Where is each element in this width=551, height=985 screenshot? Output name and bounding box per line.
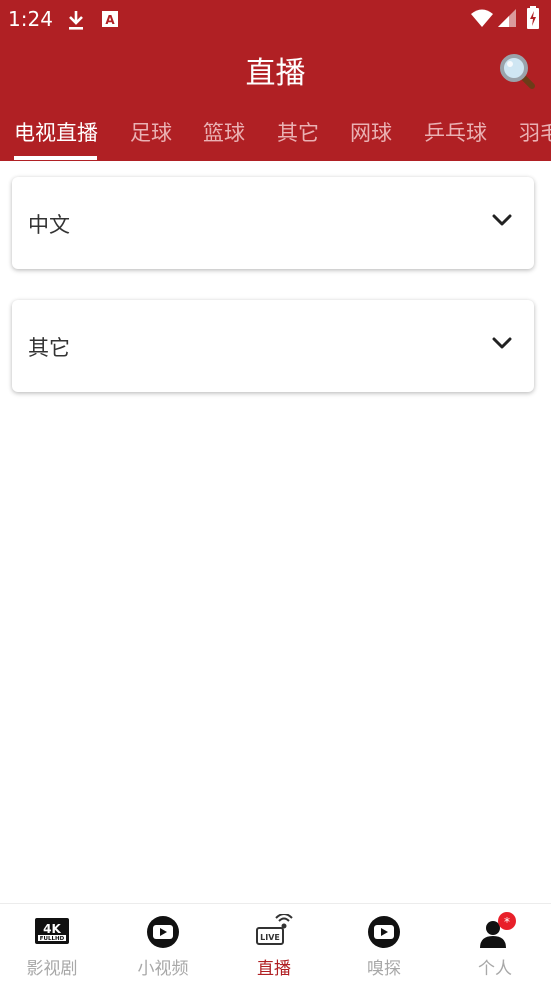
nav-item-profile[interactable]: * 个人 <box>440 904 550 985</box>
svg-text:4K: 4K <box>43 922 61 936</box>
status-bar: 1:24 A <box>0 0 551 38</box>
tab-tv-live[interactable]: 电视直播 <box>14 117 98 147</box>
nav-label: 嗅探 <box>367 959 401 979</box>
battery-charging-icon <box>526 6 540 34</box>
live-broadcast-icon: LIVE <box>256 914 293 945</box>
svg-text:FULLHD: FULLHD <box>40 936 65 942</box>
tab-other[interactable]: 其它 <box>277 117 319 147</box>
nav-label: 小视频 <box>137 959 189 979</box>
notification-badge: * <box>498 912 516 930</box>
tab-tennis[interactable]: 网球 <box>350 117 392 147</box>
tab-badminton[interactable]: 羽毛 <box>519 117 551 147</box>
nav-label: 直播 <box>257 959 291 979</box>
play-circle-icon <box>147 916 179 948</box>
nav-item-live[interactable]: LIVE 直播 <box>219 904 329 985</box>
tab-basketball[interactable]: 篮球 <box>203 117 245 147</box>
download-icon <box>66 9 86 35</box>
nav-item-movies[interactable]: 4K FULLHD 影视剧 <box>0 904 107 985</box>
tab-table-tennis[interactable]: 乒乓球 <box>424 117 487 147</box>
section-other[interactable]: 其它 <box>12 300 534 392</box>
section-label: 中文 <box>28 213 70 237</box>
top-app-bar: 1:24 A 直播 电视直播 足球 篮球 其它 网球 乒乓球 羽毛 <box>0 0 551 161</box>
section-chinese[interactable]: 中文 <box>12 177 534 269</box>
category-tabs: 电视直播 足球 篮球 其它 网球 乒乓球 羽毛 <box>0 112 551 161</box>
search-icon <box>500 54 535 89</box>
nav-item-sniff[interactable]: 嗅探 <box>329 904 439 985</box>
search-button[interactable] <box>498 52 538 92</box>
chevron-down-icon <box>492 214 512 226</box>
signal-icon <box>497 8 517 32</box>
page-title: 直播 <box>245 56 306 91</box>
nav-label: 个人 <box>478 959 512 979</box>
nav-item-short-video[interactable]: 小视频 <box>108 904 218 985</box>
svg-text:A: A <box>105 13 115 27</box>
section-label: 其它 <box>28 336 70 360</box>
a-notification-icon: A <box>101 10 119 32</box>
status-time: 1:24 <box>8 7 53 31</box>
tab-indicator <box>14 156 97 160</box>
svg-text:LIVE: LIVE <box>260 933 280 942</box>
4k-fullhd-icon: 4K FULLHD <box>35 918 69 944</box>
chevron-down-icon <box>492 337 512 349</box>
tab-football[interactable]: 足球 <box>130 117 172 147</box>
nav-label: 影视剧 <box>26 959 78 979</box>
play-circle-icon <box>368 916 400 948</box>
wifi-icon <box>470 8 494 32</box>
bottom-navigation: 4K FULLHD 影视剧 小视频 LIVE 直播 嗅探 * 个人 <box>0 904 551 985</box>
